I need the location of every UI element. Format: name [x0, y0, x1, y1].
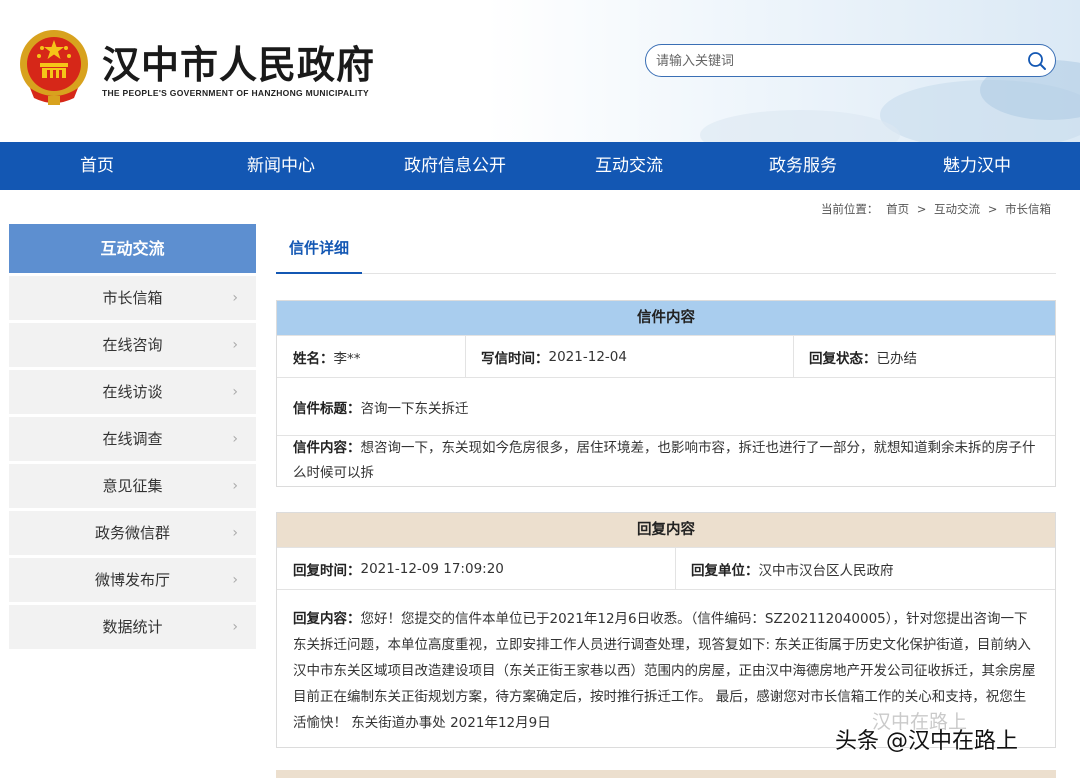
nav-item-charm[interactable]: 魅力汉中	[890, 142, 1064, 190]
search-icon[interactable]	[1027, 51, 1047, 71]
sidebar-heading: 互动交流	[9, 224, 256, 273]
letter-content-row: 信件内容：想咨询一下，东关现如今危房很多，居住环境差，也影响市容，拆迁也进行了一…	[277, 435, 1055, 486]
sidebar-item-online-interview[interactable]: 在线访谈 ›	[9, 370, 256, 414]
breadcrumb-link-interaction[interactable]: 互动交流	[934, 202, 980, 216]
status-label: 回复状态：	[809, 350, 877, 367]
watermark: 头条 @汉中在路上	[835, 729, 1018, 754]
site-title: 汉中市人民政府	[102, 43, 376, 87]
sidebar-item-label: 微博发布厅	[94, 571, 170, 589]
nav-item-gov-info[interactable]: 政府信息公开	[368, 142, 542, 190]
reply-content-label: 回复内容：	[293, 611, 361, 627]
search-box[interactable]	[645, 44, 1056, 77]
subject-label: 信件标题：	[293, 400, 361, 417]
site-subtitle: THE PEOPLE'S GOVERNMENT OF HANZHONG MUNI…	[102, 88, 370, 98]
chevron-right-icon: ›	[232, 619, 238, 635]
sidebar-item-opinion[interactable]: 意见征集 ›	[9, 464, 256, 508]
chevron-right-icon: ›	[232, 572, 238, 588]
tab-letter-detail[interactable]: 信件详细	[276, 224, 362, 274]
reply-heading: 回复内容	[277, 513, 1055, 547]
national-emblem-icon	[20, 30, 88, 105]
breadcrumb-separator: >	[916, 202, 927, 216]
content-label: 信件内容：	[293, 440, 361, 456]
write-time-label: 写信时间：	[481, 350, 549, 367]
sidebar: 互动交流 市长信箱 › 在线咨询 › 在线访谈 › 在线调查 › 意见征集 › 政务微信群…	[9, 224, 256, 649]
sidebar-item-statistics[interactable]: 数据统计 ›	[9, 605, 256, 649]
sidebar-item-label: 在线调查	[102, 430, 163, 448]
write-time-value: 2021-12-04	[548, 348, 627, 365]
breadcrumb: 当前位置： 首页 > 互动交流 > 市长信箱	[819, 201, 1053, 217]
main-nav: 首页 新闻中心 政府信息公开 互动交流 政务服务 魅力汉中	[0, 142, 1080, 190]
cloud-decoration	[700, 110, 900, 142]
reply-meta-row: 回复时间： 2021-12-09 17:09:20 回复单位： 汉中市汉台区人民…	[277, 547, 1055, 589]
reply-time-label: 回复时间：	[293, 562, 361, 579]
sidebar-item-online-consult[interactable]: 在线咨询 ›	[9, 323, 256, 367]
name-label: 姓名：	[293, 350, 334, 367]
status-value: 已办结	[876, 350, 918, 367]
reply-time-value: 2021-12-09 17:09:20	[360, 560, 504, 577]
tab-bar: 信件详细	[276, 224, 1056, 274]
nav-item-news[interactable]: 新闻中心	[194, 142, 368, 190]
sidebar-item-mayor-mailbox[interactable]: 市长信箱 ›	[9, 276, 256, 320]
nav-item-services[interactable]: 政务服务	[716, 142, 890, 190]
sidebar-item-weibo[interactable]: 微博发布厅 ›	[9, 558, 256, 602]
sidebar-item-label: 在线咨询	[102, 336, 163, 354]
breadcrumb-prefix: 当前位置：	[820, 202, 879, 216]
sidebar-item-label: 意见征集	[102, 477, 163, 495]
sidebar-item-label: 政务微信群	[94, 524, 170, 542]
letter-heading: 信件内容	[277, 301, 1055, 335]
chevron-right-icon: ›	[232, 290, 238, 306]
nav-item-home[interactable]: 首页	[0, 142, 194, 190]
search-input[interactable]	[656, 51, 1016, 71]
chevron-right-icon: ›	[232, 384, 238, 400]
chevron-right-icon: ›	[232, 431, 238, 447]
letter-subject-row: 信件标题： 咨询一下东关拆迁	[277, 377, 1055, 435]
sidebar-item-wechat-group[interactable]: 政务微信群 ›	[9, 511, 256, 555]
sidebar-item-label: 数据统计	[102, 618, 163, 636]
letter-card: 信件内容 姓名： 李** 写信时间： 2021-12-04 回复状态： 已办结 …	[276, 300, 1056, 487]
breadcrumb-current[interactable]: 市长信箱	[1005, 202, 1051, 216]
sidebar-item-label: 市长信箱	[102, 289, 163, 307]
chevron-right-icon: ›	[232, 337, 238, 353]
reply-unit-value: 汉中市汉台区人民政府	[758, 562, 894, 579]
subject-value: 咨询一下东关拆迁	[360, 400, 469, 417]
letter-meta-row: 姓名： 李** 写信时间： 2021-12-04 回复状态： 已办结	[277, 335, 1055, 377]
sidebar-item-label: 在线访谈	[102, 383, 163, 401]
sidebar-item-online-survey[interactable]: 在线调查 ›	[9, 417, 256, 461]
content-value: 想咨询一下，东关现如今危房很多，居住环境差，也影响市容，拆迁也进行了一部分，就想…	[293, 440, 1036, 481]
breadcrumb-separator: >	[987, 202, 998, 216]
site-header: 汉中市人民政府 THE PEOPLE'S GOVERNMENT OF HANZH…	[0, 0, 1080, 142]
breadcrumb-link-home[interactable]: 首页	[886, 202, 909, 216]
chevron-right-icon: ›	[232, 525, 238, 541]
reply-unit-label: 回复单位：	[691, 562, 759, 579]
next-card-edge	[276, 770, 1056, 778]
nav-item-interaction[interactable]: 互动交流	[542, 142, 716, 190]
chevron-right-icon: ›	[232, 478, 238, 494]
name-value: 李**	[333, 350, 361, 367]
